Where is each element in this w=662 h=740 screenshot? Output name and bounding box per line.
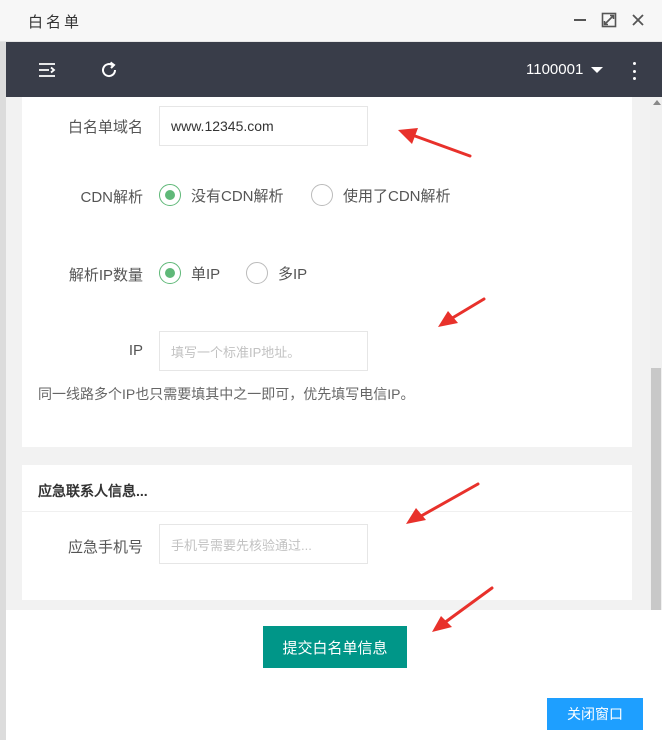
ip-hint: 同一线路多个IP也只需要填其中之一即可，优先填写电信IP。: [38, 386, 415, 402]
radio-checked-icon: [159, 184, 181, 206]
window-title: 白名单: [28, 14, 83, 31]
cdn-option-none-label: 没有CDN解析: [191, 187, 284, 205]
annotation-arrow: [398, 128, 472, 158]
user-id: 1100001: [526, 61, 584, 78]
user-dropdown[interactable]: 1100001: [526, 61, 604, 78]
radio-unchecked-icon: [311, 184, 333, 206]
cdn-label: CDN解析: [80, 189, 144, 206]
caret-down-icon: [591, 66, 604, 73]
annotation-arrow: [432, 586, 494, 632]
phone-label: 应急手机号: [67, 539, 143, 556]
ipcount-label: 解析IP数量: [68, 267, 143, 284]
minimize-icon[interactable]: [570, 10, 590, 30]
menu-fold-icon[interactable]: [36, 59, 58, 81]
cdn-option-none[interactable]: 没有CDN解析: [159, 184, 284, 206]
more-vertical-icon[interactable]: [630, 62, 638, 80]
close-window-button[interactable]: 关闭窗口: [547, 698, 643, 730]
phone-input[interactable]: 手机号需要先核验通过...: [159, 524, 368, 564]
cdn-option-used[interactable]: 使用了CDN解析: [311, 184, 451, 206]
ipcount-option-single-label: 单IP: [191, 265, 221, 283]
domain-label: 白名单域名: [67, 119, 143, 136]
refresh-icon[interactable]: [98, 59, 120, 81]
annotation-arrow: [406, 482, 480, 524]
ipcount-option-multi[interactable]: 多IP: [246, 262, 307, 284]
scrollbar-thumb[interactable]: [651, 368, 661, 610]
ip-label: IP: [128, 342, 143, 359]
submit-whitelist-button[interactable]: 提交白名单信息: [263, 626, 407, 668]
radio-checked-icon: [159, 262, 181, 284]
window-titlebar: 白名单: [0, 0, 662, 42]
domain-input[interactable]: www.12345.com: [159, 106, 368, 146]
radio-unchecked-icon: [246, 262, 268, 284]
section-title: 应急联系人信息...: [38, 483, 148, 499]
cdn-option-used-label: 使用了CDN解析: [343, 187, 451, 205]
ipcount-option-multi-label: 多IP: [278, 265, 308, 283]
ip-input[interactable]: 填写一个标准IP地址。: [159, 331, 368, 371]
scroll-up-icon[interactable]: [653, 100, 661, 105]
divider: [22, 511, 632, 512]
annotation-arrow: [438, 297, 486, 327]
top-navbar: 1100001: [6, 42, 662, 97]
ipcount-option-single[interactable]: 单IP: [159, 262, 220, 284]
maximize-icon[interactable]: [599, 10, 619, 30]
close-icon[interactable]: [628, 10, 648, 30]
